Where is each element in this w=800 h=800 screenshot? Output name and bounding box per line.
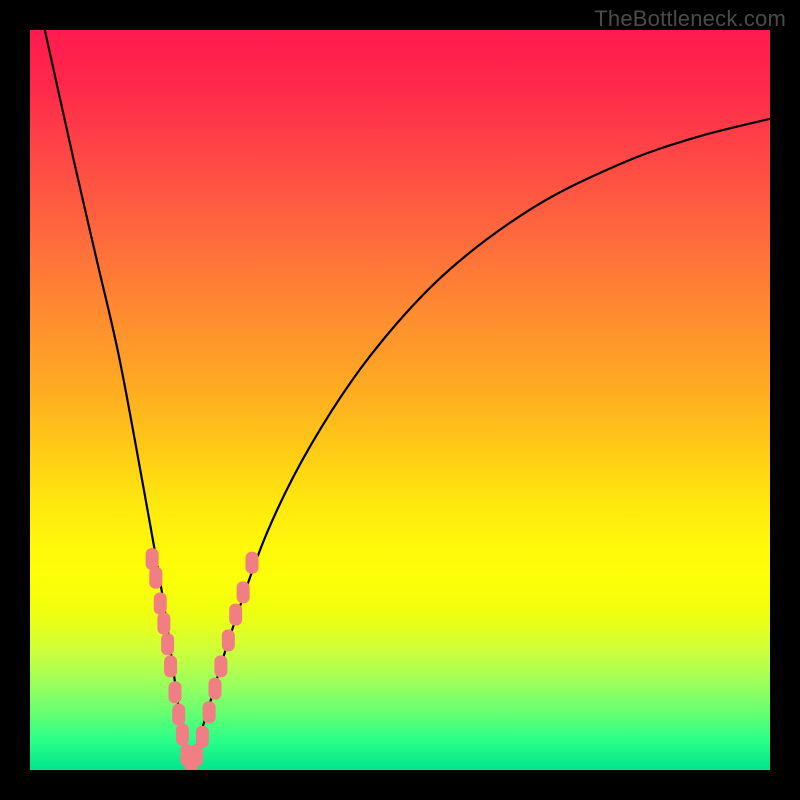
highlight-dot <box>172 704 185 726</box>
plot-area <box>30 30 770 770</box>
highlight-dot <box>161 633 174 655</box>
chart-frame: TheBottleneck.com <box>0 0 800 800</box>
watermark-text: TheBottleneck.com <box>594 6 786 32</box>
highlight-dot <box>154 593 167 615</box>
curves-layer <box>30 30 770 770</box>
highlight-dot <box>149 567 162 589</box>
highlight-dot <box>229 604 242 626</box>
highlight-dot <box>164 655 177 677</box>
highlight-dot <box>176 724 189 746</box>
highlight-dots-group <box>146 548 259 770</box>
highlight-dot <box>196 726 209 748</box>
highlight-dot <box>203 701 216 723</box>
highlight-dot <box>222 630 235 652</box>
highlight-dot <box>237 581 250 603</box>
highlight-dot <box>169 681 182 703</box>
highlight-dot <box>246 552 259 574</box>
highlight-dot <box>214 655 227 677</box>
curve-right-branch <box>189 119 770 770</box>
highlight-dot <box>157 613 170 635</box>
highlight-dot <box>209 678 222 700</box>
